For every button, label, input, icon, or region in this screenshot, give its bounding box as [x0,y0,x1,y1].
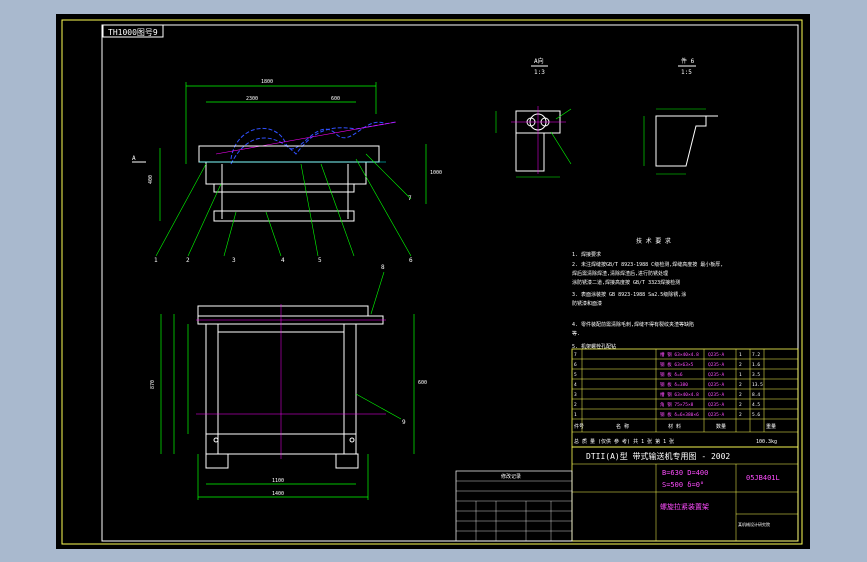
note-line-6: 4. 零件装配前需清除毛刺,焊缝不得有裂纹夹渣等缺陷 [572,321,694,328]
bom-row-2-wt: 3.5 [752,372,760,378]
bom-row-2-qty: 1 [739,372,742,378]
bom-row-6-mat: Q235-A [708,412,725,418]
drawing-canvas: TH1000图号9 1800 2300 600 400 1000 A 1 2 3… [56,14,810,549]
bom-row-0-no: 7 [574,352,577,358]
drawing-border [61,19,803,545]
title-series: DTII(A)型 带式输送机专用图 - 2002 [586,451,730,461]
bom-row-0-mat: Q235-A [708,352,725,358]
bom-row-2-name: 钢 板 δ=6 [660,371,683,378]
bom-row-0-name: 槽 钢 63×40×4.8 [660,351,699,358]
note-line-7: 等. [572,330,580,337]
callouts-front: 1 2 3 4 5 6 7 [154,153,413,264]
dim-left-height: 870 [150,380,156,389]
arrow-a-label: A [132,155,136,162]
bom-row-6-wt: 5.6 [752,412,760,418]
bom-total-weight: 100.3kg [756,439,777,445]
title-block: DTII(A)型 带式输送机专用图 - 2002 B=630 D=400 S=5… [571,446,799,542]
callout-9: 9 [402,419,406,426]
dim-right-height: 600 [418,380,427,386]
view-b-label: 件 6 [681,57,695,65]
callout-5: 5 [318,257,322,264]
bom-row-0-wt: 7.2 [752,352,760,358]
bom-row-1-qty: 2 [739,362,742,368]
callout-7: 7 [408,195,412,202]
bom-row-2-mat: Q235-A [708,372,725,378]
bom-row-3-qty: 2 [739,382,742,388]
title-company: 某机械设计研究院 [738,521,770,527]
title-name: 螺旋拉紧装置架 [660,502,709,511]
bom-row-6-qty: 2 [739,412,742,418]
bom-row-3-name: 钢 板 δ=380 [660,381,688,388]
cad-drawing: TH1000图号9 1800 2300 600 400 1000 A 1 2 3… [61,19,803,545]
dim-top-overall: 1800 [261,79,273,85]
title-param2: S=500 δ=0° [662,481,704,489]
note-line-4: 3. 表面涂装按 GB 8923-1988 Sa2.5级除锈,涂 [572,291,686,298]
title-drawing-no: 05JB401L [746,474,780,482]
stamp-text: TH1000图号9 [108,28,158,37]
bom-row-5-name: 角 钢 75×75×8 [660,401,694,408]
callout-3: 3 [232,257,236,264]
view-b-scale: 1:5 [681,69,692,76]
bom-row-5-qty: 2 [739,402,742,408]
bom-row-4-wt: 8.4 [752,392,760,398]
bom-header-qty: 数量 [716,423,726,430]
callout-4: 4 [281,257,285,264]
bom-row-1-mat: Q235-A [708,362,725,368]
bom-row-4-name: 槽 钢 63×40×4.8 [660,391,699,398]
callout-1: 1 [154,257,158,264]
note-line-5: 防锈漆和面漆 [572,300,602,307]
bom-row-1-name: 钢 板 63×63×5 [660,361,694,368]
bom-row-6-no: 1 [574,412,577,418]
dim-top-inner: 2300 [246,96,258,102]
bom-header-no: 件号 [574,423,584,430]
callout-2: 2 [186,257,190,264]
bom-row-5-wt: 4.5 [752,402,760,408]
note-line-1: 2. 未注焊缝按GB/T 8923-1988 C级检测,焊缝高度按 最小板厚, [572,261,723,268]
view-a-scale: 1:3 [534,69,545,76]
callout-6: 6 [409,257,413,264]
rev-block-title: 修改记录 [501,473,521,480]
bom-row-0-qty: 1 [739,352,742,358]
revision-block: 修改记录 [455,470,573,542]
bom-row-4-no: 3 [574,392,577,398]
dim-side-total: 1000 [430,170,442,176]
bom-table: 7 槽 钢 63×40×4.8 Q235-A 1 7.2 6 钢 板 63×63… [571,348,799,448]
view-a: A向 1:3 [495,57,572,178]
callout-8: 8 [381,264,385,271]
dim-side-height: 400 [148,175,154,184]
tech-notes: 技 术 要 求 1. 焊接要求 2. 未注焊缝按GB/T 8923-1988 C… [572,237,723,350]
bom-row-2-no: 5 [574,372,577,378]
note-line-0: 1. 焊接要求 [572,251,601,258]
bom-header-name: 名 称 [616,423,629,430]
bom-row-6-name: 钢 板 δ=6×380×6 [660,411,699,418]
bom-row-4-mat: Q235-A [708,392,725,398]
bom-row-4-qty: 2 [739,392,742,398]
notes-title: 技 术 要 求 [636,237,671,245]
bom-row-1-no: 6 [574,362,577,368]
bom-row-1-wt: 1.6 [752,362,760,368]
bom-summary: 总 质 量 (仅供 参 考) 共 1 张 第 1 张 [574,438,674,445]
note-line-3: 涂防锈漆二道,焊接高度按 GB/T 3323焊接检测 [572,279,680,286]
view-part6: 件 6 1:5 [643,57,718,175]
view-a-label: A向 [534,57,544,65]
dim-top-right: 600 [331,96,340,102]
bom-row-5-mat: Q235-A [708,402,725,408]
bom-header-wt: 重量 [766,423,776,430]
front-view: 1800 2300 600 400 1000 A [132,79,442,222]
dim-bottom-inner: 1100 [272,478,284,484]
note-line-2: 焊后需清除焊渣,清除焊渣后,进行防锈处理 [572,270,668,277]
bom-header-mat: 材 料 [668,423,681,430]
title-param1: B=630 D=400 [662,469,708,477]
plan-view: 870 600 1100 1400 8 9 [150,264,427,500]
bom-row-3-no: 4 [574,382,577,388]
bom-row-3-wt: 13.5 [752,382,763,388]
bom-row-5-no: 2 [574,402,577,408]
dim-bottom-overall: 1400 [272,491,284,497]
bom-row-3-mat: Q235-A [708,382,725,388]
